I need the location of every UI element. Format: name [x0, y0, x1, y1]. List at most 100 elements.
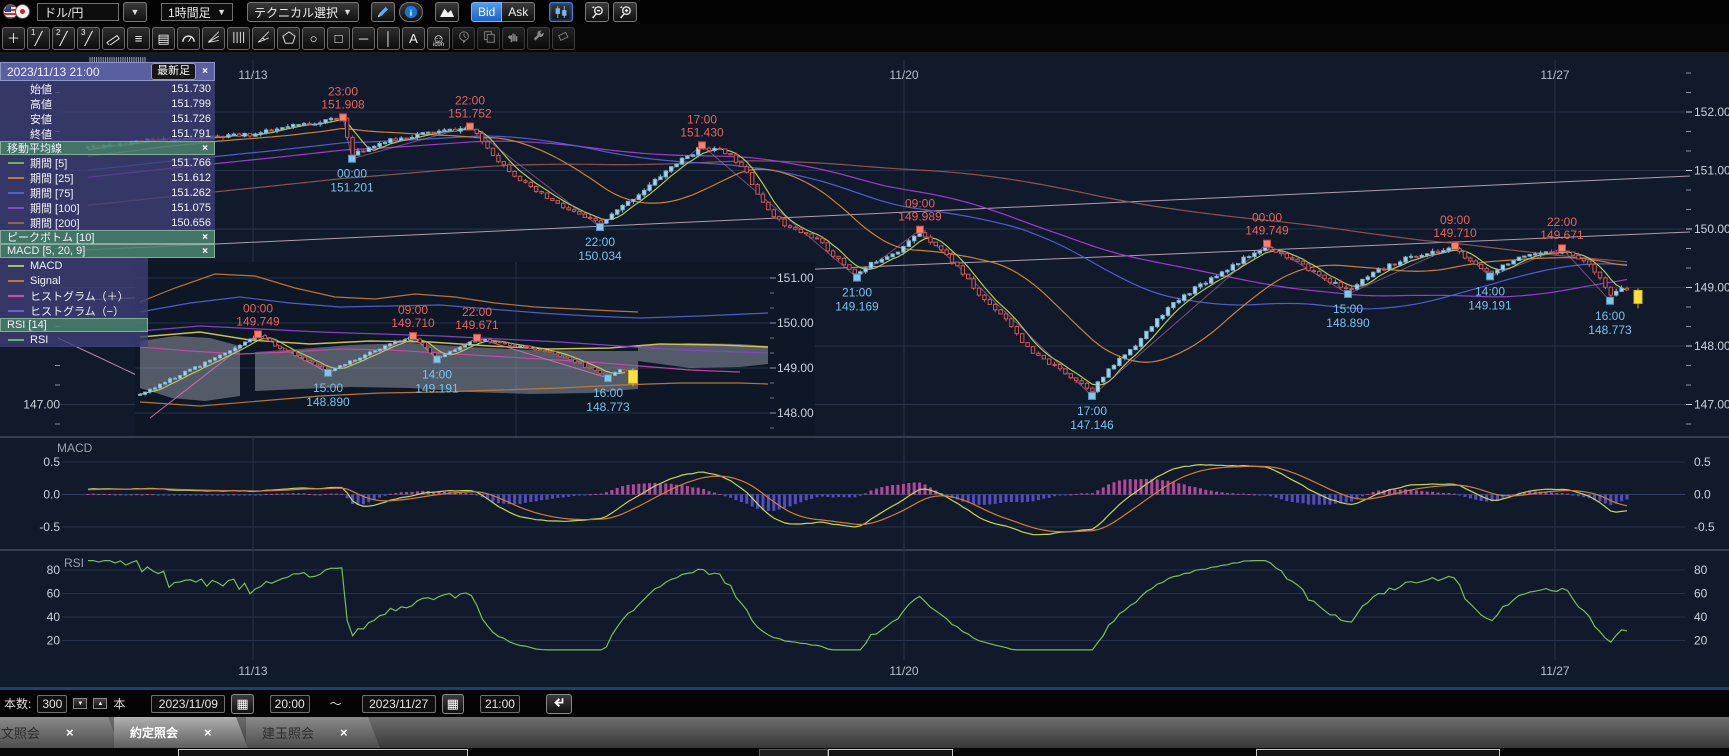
technical-select-button[interactable]: テクニカル選択▼: [247, 2, 359, 22]
jp-flag-icon: [15, 4, 30, 19]
svg-text:151.752: 151.752: [448, 107, 492, 121]
bid-button[interactable]: Bid: [471, 2, 502, 22]
svg-text:148.00: 148.00: [1694, 339, 1729, 353]
legend-row-label: 期間 [25]: [30, 170, 171, 186]
bar-count-input[interactable]: 300: [37, 695, 67, 713]
legend-row: 期間 [75]151.262: [0, 185, 215, 200]
ruler-tool-button[interactable]: [102, 27, 125, 50]
vlines-tool-button[interactable]: [227, 27, 250, 50]
close-icon[interactable]: ×: [200, 66, 210, 77]
cut-input[interactable]: [828, 749, 953, 756]
zoom-in-button[interactable]: [613, 2, 637, 22]
to-time-input[interactable]: 21:00: [480, 695, 520, 713]
main-chart-canvas[interactable]: 23:00151.90822:00151.75217:00151.43009:0…: [0, 53, 1729, 688]
close-icon[interactable]: ×: [200, 232, 210, 243]
legend-row: 期間 [5]151.766: [0, 155, 215, 170]
fan-lines-tool-button[interactable]: [202, 27, 225, 50]
cut-input[interactable]: [1256, 749, 1500, 756]
trendline-3-icon: ╱3: [85, 32, 93, 45]
close-icon[interactable]: ×: [200, 246, 210, 257]
svg-text:80: 80: [47, 563, 61, 577]
gauge-tool-button[interactable]: [177, 27, 200, 50]
tab-注文照会[interactable]: 注文照会×: [0, 717, 120, 748]
cut-button[interactable]: [759, 749, 828, 756]
hline-tool-button[interactable]: ─: [352, 27, 375, 50]
latest-bar-button[interactable]: 最新足: [151, 63, 196, 80]
count-down-button[interactable]: ▼: [73, 698, 87, 709]
candle-chart-button[interactable]: [549, 2, 573, 22]
svg-text:11/27: 11/27: [1540, 68, 1569, 82]
close-icon[interactable]: ×: [204, 725, 212, 740]
svg-text:80: 80: [1694, 563, 1708, 577]
svg-text:11/13: 11/13: [238, 68, 267, 82]
svg-text:00:00: 00:00: [243, 301, 273, 315]
copy-icon: [482, 30, 496, 46]
info-button[interactable]: i: [399, 2, 423, 22]
text-tool-button[interactable]: A: [402, 27, 425, 50]
svg-text:150.00: 150.00: [777, 316, 814, 330]
legend-row: 高値151.799: [0, 96, 215, 111]
eraser-tool-button[interactable]: [552, 27, 575, 50]
chevron-down-icon: ▼: [131, 7, 140, 17]
legend-row-value: 150.656: [171, 217, 211, 229]
svg-text:148.890: 148.890: [306, 395, 350, 409]
close-icon[interactable]: ×: [200, 143, 210, 154]
svg-text:22:00: 22:00: [462, 305, 492, 319]
pentagon-tool-button[interactable]: [277, 27, 300, 50]
legend-row-label: 安値: [30, 111, 171, 127]
crosshair-tool-button[interactable]: ＋: [2, 27, 25, 50]
from-date-input[interactable]: 2023/11/09: [151, 695, 225, 713]
from-time-input[interactable]: 20:00: [270, 695, 310, 713]
tab-約定照会[interactable]: 約定照会×: [114, 717, 248, 748]
svg-text:16:00: 16:00: [593, 386, 623, 400]
reload-button[interactable]: [546, 694, 572, 714]
timeframe-select[interactable]: 1時間足▼: [161, 3, 233, 21]
trendline-3-tool-button[interactable]: ╱3: [77, 27, 100, 50]
ask-button[interactable]: Ask: [502, 2, 535, 22]
angle-lines-tool-button[interactable]: [252, 27, 275, 50]
svg-text:17:00: 17:00: [687, 112, 717, 126]
close-icon[interactable]: ×: [66, 725, 74, 740]
to-calendar-button[interactable]: ▦: [442, 694, 464, 714]
copy-tool-button[interactable]: [477, 27, 500, 50]
draw-pencil-button[interactable]: [371, 2, 395, 22]
history-tool-button[interactable]: [452, 27, 475, 50]
legend-header-rsi: RSI [14]: [0, 318, 148, 332]
tab-建玉照会[interactable]: 建玉照会×: [246, 717, 380, 748]
hlines-3-tool-button[interactable]: ≡: [127, 27, 150, 50]
legend-row: RSI: [0, 332, 148, 347]
close-icon[interactable]: ×: [340, 725, 348, 740]
svg-text:20: 20: [47, 634, 61, 648]
series-color-swatch: [8, 280, 24, 282]
count-up-button[interactable]: ▲: [93, 698, 107, 709]
zoom-out-button[interactable]: [585, 2, 609, 22]
pair-field[interactable]: ドル/円: [37, 3, 119, 21]
svg-text:149.749: 149.749: [236, 314, 280, 328]
series-color-swatch: [8, 177, 24, 179]
legend-row: 期間 [25]151.612: [0, 170, 215, 185]
ask-label: Ask: [508, 5, 528, 19]
series-color-swatch: [8, 207, 24, 209]
vline-tool-button[interactable]: │: [377, 27, 400, 50]
emoticon-tool-button[interactable]: ☺icon: [427, 27, 450, 50]
mountain-icon: [439, 6, 455, 18]
to-date-input[interactable]: 2023/11/27: [362, 695, 436, 713]
timeframe-label: 1時間足: [168, 4, 211, 21]
legend-row-label: 高値: [30, 96, 171, 112]
wrench-tool-button[interactable]: [527, 27, 550, 50]
cut-input[interactable]: [178, 749, 468, 756]
svg-text:149.191: 149.191: [1468, 298, 1512, 312]
svg-text:15:00: 15:00: [1333, 302, 1363, 316]
svg-text:151.00: 151.00: [1694, 164, 1729, 178]
hlines-4-tool-button[interactable]: ▤: [152, 27, 175, 50]
area-chart-button[interactable]: [435, 2, 459, 22]
rectangle-tool-button[interactable]: □: [327, 27, 350, 50]
info-icon: i: [404, 5, 418, 19]
hand-tool-button[interactable]: [502, 27, 525, 50]
trading-app: { "toolbar": { "pair": "ドル/円", "timefram…: [0, 0, 1729, 756]
from-calendar-button[interactable]: ▦: [231, 694, 253, 714]
circle-tool-button[interactable]: ○: [302, 27, 325, 50]
pair-dropdown-button[interactable]: ▼: [123, 2, 147, 22]
trendline-1-tool-button[interactable]: ╱1: [27, 27, 50, 50]
trendline-2-tool-button[interactable]: ╱2: [52, 27, 75, 50]
